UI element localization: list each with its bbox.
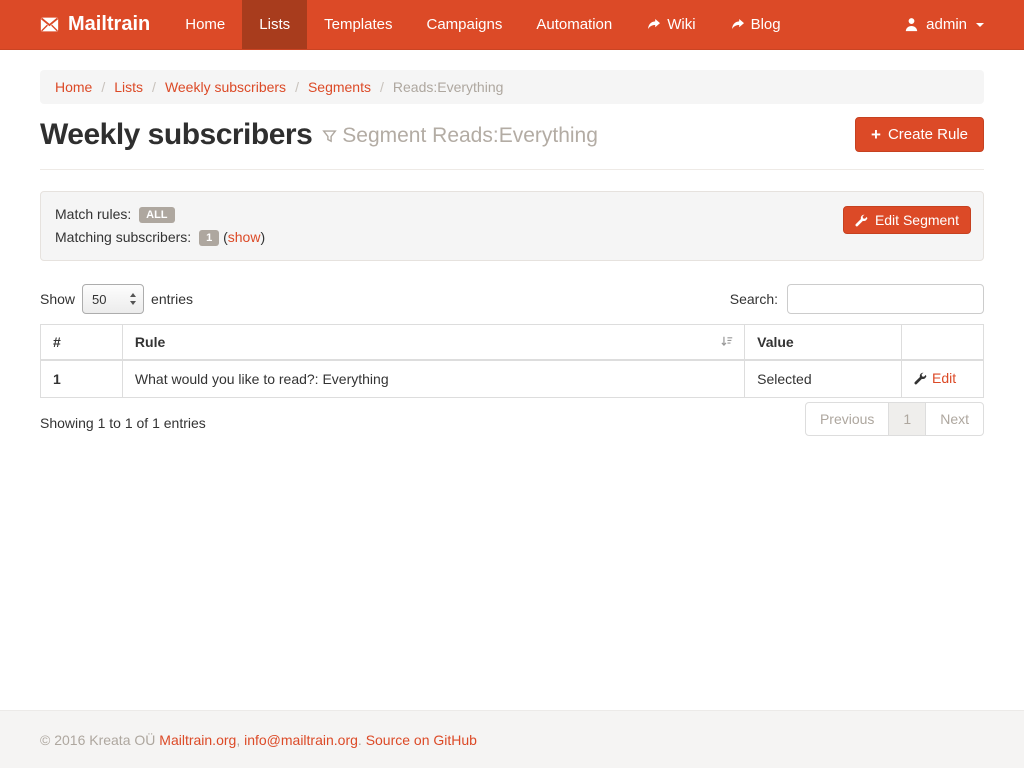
matching-subscribers-line: Matching subscribers: 1 (show) [55, 226, 969, 249]
edit-segment-button[interactable]: Edit Segment [843, 206, 971, 234]
matching-count-badge: 1 [199, 230, 219, 246]
breadcrumb-segments[interactable]: Segments [308, 79, 371, 95]
rule-text-cell: What would you like to read?: Everything [122, 360, 744, 397]
header-divider [40, 169, 984, 170]
nav-item-campaigns[interactable]: Campaigns [409, 0, 519, 49]
top-navbar: Mailtrain Home Lists Templates Campaigns… [0, 0, 1024, 50]
page-length-control: Show 50 entries [40, 284, 193, 314]
brand-logo[interactable]: Mailtrain [0, 0, 168, 49]
sort-ascending-icon [720, 335, 734, 349]
pagination-page-1[interactable]: 1 [888, 402, 926, 436]
rule-value-cell: Selected [745, 360, 902, 397]
nav-item-automation[interactable]: Automation [519, 0, 629, 49]
envelope-icon [40, 17, 59, 32]
page-length-select[interactable]: 50 [82, 284, 144, 314]
table-controls: Show 50 entries Search: [40, 284, 984, 314]
select-spinner-icon [129, 293, 137, 305]
wrench-icon [855, 214, 868, 227]
pagination-next[interactable]: Next [925, 402, 984, 436]
user-name: admin [926, 16, 967, 33]
breadcrumb-home[interactable]: Home [55, 79, 92, 95]
nav-item-templates[interactable]: Templates [307, 0, 409, 49]
entries-info: Showing 1 to 1 of 1 entries [40, 402, 206, 431]
navbar-menu: Home Lists Templates Campaigns Automatio… [168, 0, 797, 49]
column-header-number[interactable]: # [41, 325, 123, 361]
match-rules-line: Match rules: ALL [55, 203, 969, 226]
nav-item-wiki[interactable]: Wiki [629, 0, 712, 49]
breadcrumb-list-name[interactable]: Weekly subscribers [165, 79, 286, 95]
nav-item-lists[interactable]: Lists [242, 0, 307, 49]
share-arrow-icon [730, 18, 744, 31]
column-header-rule[interactable]: Rule [122, 325, 744, 361]
user-menu[interactable]: admin [887, 0, 1024, 49]
filter-funnel-icon [322, 129, 337, 144]
match-rules-badge: ALL [139, 207, 174, 223]
wrench-icon [914, 372, 927, 385]
pagination-previous[interactable]: Previous [805, 402, 889, 436]
person-icon [904, 17, 919, 32]
search-control: Search: [730, 284, 984, 314]
table-row: 1 What would you like to read?: Everythi… [41, 360, 984, 397]
nav-item-blog[interactable]: Blog [713, 0, 798, 49]
email-link[interactable]: info@mailtrain.org [244, 732, 358, 748]
brand-name: Mailtrain [68, 13, 150, 36]
column-header-actions [902, 325, 984, 361]
rules-table: # Rule Value [40, 324, 984, 398]
rule-actions-cell: Edit [902, 360, 984, 397]
mailtrain-org-link[interactable]: Mailtrain.org [159, 732, 236, 748]
breadcrumb: Home / Lists / Weekly subscribers / Segm… [40, 70, 984, 104]
segment-summary-panel: Match rules: ALL Matching subscribers: 1… [40, 191, 984, 261]
page-title: Weekly subscribers [40, 118, 312, 152]
copyright-text: © 2016 Kreata OÜ [40, 732, 155, 748]
entries-label: entries [151, 291, 193, 307]
show-subscribers-link[interactable]: show [228, 229, 261, 245]
column-header-value[interactable]: Value [745, 325, 902, 361]
search-label: Search: [730, 291, 778, 307]
breadcrumb-lists[interactable]: Lists [114, 79, 143, 95]
create-rule-button[interactable]: + Create Rule [855, 117, 984, 152]
source-github-link[interactable]: Source on GitHub [366, 732, 477, 748]
breadcrumb-current: Reads:Everything [393, 79, 504, 95]
nav-item-home[interactable]: Home [168, 0, 242, 49]
pagination: Previous 1 Next [805, 402, 984, 436]
caret-down-icon [976, 23, 984, 27]
edit-rule-link[interactable]: Edit [914, 370, 956, 386]
share-arrow-icon [646, 18, 660, 31]
table-header-row: # Rule Value [41, 325, 984, 361]
show-label: Show [40, 291, 75, 307]
search-input[interactable] [787, 284, 984, 314]
table-footer: Showing 1 to 1 of 1 entries Previous 1 N… [40, 402, 984, 436]
plus-icon: + [871, 128, 881, 142]
rule-number-cell: 1 [41, 360, 123, 397]
page-header: Weekly subscribers Segment Reads:Everyth… [40, 117, 984, 152]
page-footer: © 2016 Kreata OÜ Mailtrain.org, info@mai… [0, 710, 1024, 768]
main-content: Home / Lists / Weekly subscribers / Segm… [0, 50, 1024, 710]
page: Mailtrain Home Lists Templates Campaigns… [0, 0, 1024, 768]
page-subtitle: Segment Reads:Everything [322, 124, 598, 148]
